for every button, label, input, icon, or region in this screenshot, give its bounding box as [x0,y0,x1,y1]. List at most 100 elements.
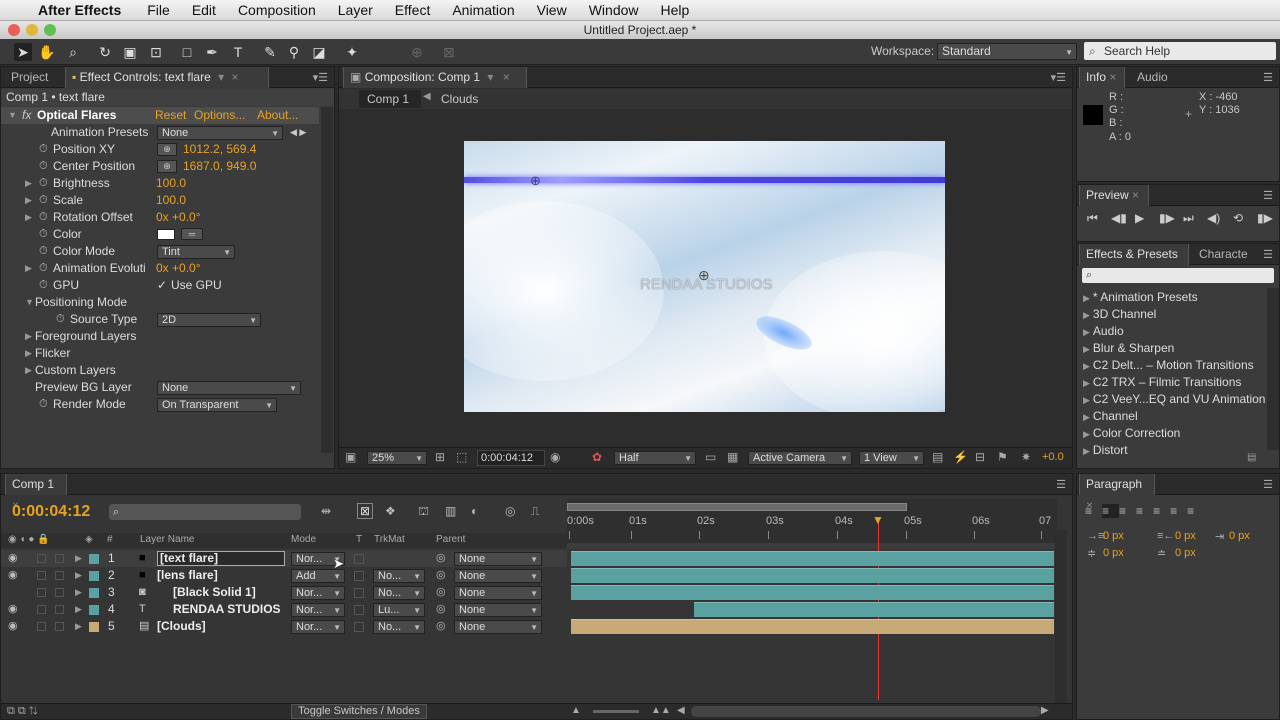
fx-number-value[interactable]: 0x +0.0° [156,260,201,277]
collapse-triangle-icon[interactable]: ▼ [8,110,17,120]
label-color-swatch[interactable] [89,622,99,632]
parent-dropdown[interactable]: None [454,569,542,583]
layer-name[interactable]: [text flare] [157,551,285,566]
stopwatch-icon[interactable]: ⏱ [39,141,48,158]
expand-triangle-icon[interactable]: ▶ [75,567,82,584]
solo-switch[interactable] [37,554,46,563]
zoom-out-icon[interactable]: ▲ [571,705,581,716]
selection-tool-icon[interactable]: ➤ [14,43,32,61]
pick-whip-icon[interactable]: ◎ [436,618,446,635]
snapshot-icon[interactable]: ◉ [550,450,560,464]
playhead-handle-icon[interactable]: ▼ [872,513,884,527]
layer-row[interactable]: ◉▶1■[text flare]Nor...◎None [1,550,567,567]
preserve-transparency-switch[interactable] [354,588,364,598]
label-color-swatch[interactable] [89,588,99,598]
time-ruler[interactable]: 0:00s 01s 02s 03s 04s 05s 06s 07 [567,499,1057,549]
stopwatch-icon[interactable]: ⏱ [39,175,48,192]
rotate-tool-icon[interactable]: ↻ [96,43,114,61]
puppet-tool-icon[interactable]: ✦ [343,43,361,61]
app-menu[interactable]: After Effects [38,2,121,18]
fx-number-value[interactable]: 0x +0.0° [156,209,201,226]
camera-tool-icon[interactable]: ▣ [121,43,139,61]
zoom-tool-icon[interactable]: ⌕ [64,43,82,61]
pick-whip-icon[interactable]: ◎ [436,567,446,584]
close-window-button[interactable] [8,24,20,36]
expand-triangle-icon[interactable]: ▶ [25,175,32,192]
align-center-icon[interactable]: ≡ [1102,504,1120,518]
fx-about-button[interactable]: About... [257,108,298,122]
fx-reset-button[interactable]: Reset [155,108,186,122]
next-frame-icon[interactable]: ▮▶ [1159,211,1175,225]
workspace-dropdown[interactable]: Standard [937,43,1077,60]
stopwatch-icon[interactable]: ⏱ [39,192,48,209]
parent-dropdown[interactable]: None [454,620,542,634]
menu-effect[interactable]: Effect [395,2,431,18]
views-dropdown[interactable]: 1 View [859,451,924,465]
layer-mode-dropdown[interactable]: Nor... [291,620,345,634]
channel-icon[interactable]: ✿ [592,450,602,464]
expand-triangle-icon[interactable]: ▶ [25,362,32,379]
expand-triangle-icon[interactable]: ▶ [25,345,32,362]
layer-name[interactable]: [Clouds] [157,618,206,635]
align-left-icon[interactable]: ≡ [1085,504,1102,518]
layer-name[interactable]: [Black Solid 1] [173,584,256,601]
auto-keyframe-icon[interactable]: ◎ [505,504,515,518]
panel-menu-icon[interactable]: ☰ [1263,478,1273,491]
expand-switches-icon[interactable]: ⧉ ⧉ ⇅ [7,705,38,718]
pan-behind-tool-icon[interactable]: ⊡ [147,43,165,61]
checkbox-checked-icon[interactable]: ✓ [157,277,167,294]
hide-shy-icon[interactable]: ❖ [385,504,396,518]
timeline-icon[interactable]: ⊟ [975,450,985,464]
zoom-window-button[interactable] [44,24,56,36]
magnification-dropdown[interactable]: 25% [367,451,427,465]
preserve-transparency-switch[interactable] [354,605,364,615]
layer-name[interactable]: [lens flare] [157,567,218,584]
tab-paragraph[interactable]: Paragraph × [1079,474,1155,512]
justify-all-icon[interactable]: ≡ [1187,504,1204,518]
effects-category[interactable]: ▶ Distort [1083,442,1265,459]
panel-menu-icon[interactable]: ▾☰ [1051,71,1066,84]
menu-help[interactable]: Help [661,2,690,18]
layer-name-header[interactable]: Layer Name [140,534,194,545]
expand-triangle-icon[interactable]: ▶ [1083,327,1090,337]
lock-switch[interactable] [55,588,64,597]
expand-triangle-icon[interactable]: ▶ [25,209,32,226]
mask-visibility-icon[interactable]: ⬚ [456,450,467,464]
panel-menu-icon[interactable]: ☰ [1263,189,1273,202]
menu-edit[interactable]: Edit [192,2,216,18]
effects-category[interactable]: ▶ Audio [1083,323,1265,340]
visibility-eye-icon[interactable]: ◉ [8,618,18,635]
timeline-search-input[interactable]: ⌕ [109,504,301,520]
solo-switch[interactable] [37,588,46,597]
layer-duration-bar[interactable] [571,585,1054,600]
label-color-swatch[interactable] [89,605,99,615]
effects-search-input[interactable]: ⌕ [1082,268,1274,283]
clone-stamp-tool-icon[interactable]: ⚲ [285,43,303,61]
tab-project[interactable]: Project [5,67,54,88]
loop-icon[interactable]: ⟲ [1233,211,1243,225]
timeline-current-time[interactable]: 0:00:04:12 [12,503,90,521]
effect-controls-scrollbar[interactable] [321,107,333,453]
comp-viewer[interactable]: ⊕ ⊕ RENDAA STUDIOS [464,141,945,412]
tab-effect-controls[interactable]: ▪ Effect Controls: text flare ▾ × [65,67,269,88]
work-area-bar[interactable] [567,503,907,511]
layer-name[interactable]: RENDAA STUDIOS [173,601,281,618]
preserve-transparency-switch[interactable] [354,554,364,564]
fx-dropdown[interactable]: 2D [157,313,261,327]
fx-dropdown[interactable]: None [157,381,301,395]
layer-duration-bar[interactable] [571,619,1054,634]
tab-character[interactable]: Characte [1193,244,1253,265]
scroll-right-icon[interactable]: ▶ [1041,705,1049,716]
fx-options-button[interactable]: Options... [194,108,245,122]
effects-scrollbar[interactable] [1267,288,1279,450]
parent-dropdown[interactable]: None [454,603,542,617]
indent-first-line-value[interactable]: 0 px [1229,530,1250,542]
pick-whip-icon[interactable]: ◎ [436,584,446,601]
solo-switch[interactable] [37,605,46,614]
effects-category[interactable]: ▶ C2 Delt... – Motion Transitions [1083,357,1265,374]
layer-mode-dropdown[interactable]: Nor... [291,586,345,600]
close-icon[interactable]: × [503,70,510,84]
preserve-transparency-switch[interactable] [354,571,364,581]
pen-tool-icon[interactable]: ✒ [203,43,221,61]
motion-blur-icon[interactable]: ▥ [445,504,456,518]
